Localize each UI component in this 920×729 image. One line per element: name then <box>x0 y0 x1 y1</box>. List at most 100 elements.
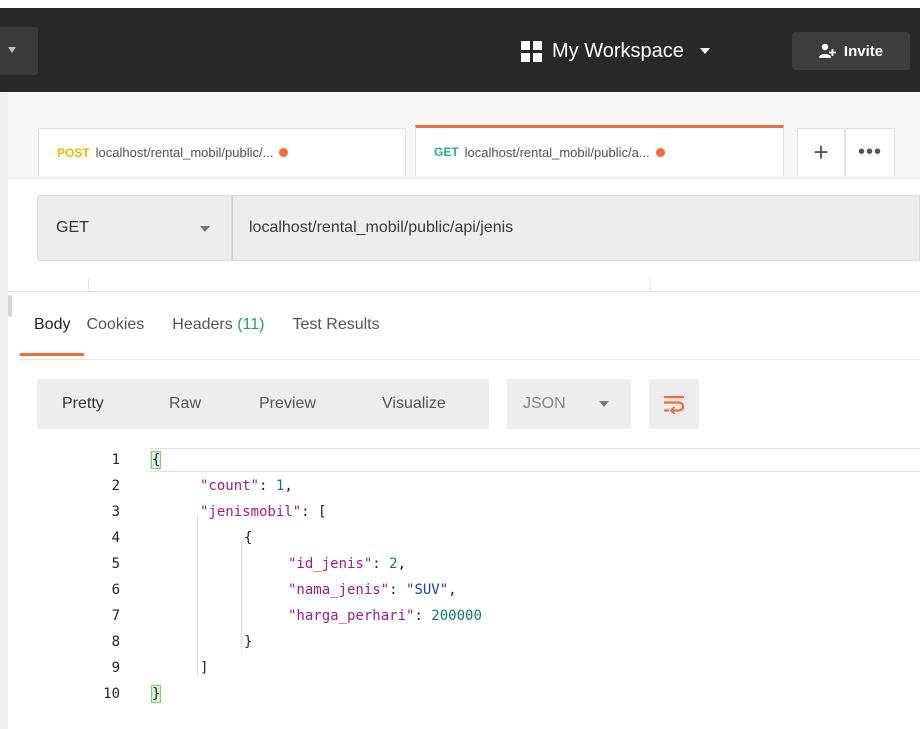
wrap-lines-icon <box>664 396 685 414</box>
url-input[interactable]: localhost/rental_mobil/public/api/jenis <box>232 195 920 261</box>
chevron-down-icon <box>8 47 16 53</box>
line-number: 8 <box>111 634 120 650</box>
code-line: 7 "harga_perhari": 200000 <box>0 603 920 629</box>
chevron-down-icon <box>599 401 609 407</box>
tab-method: GET <box>434 145 459 159</box>
json-sep: : <box>414 608 432 624</box>
plus-icon: + <box>813 137 829 167</box>
code-text: "jenismobil": [ <box>200 499 326 525</box>
matching-brace: { <box>150 451 162 469</box>
view-visualize-button[interactable]: Visualize <box>382 395 446 413</box>
sidebar-toggle-button[interactable] <box>0 27 38 75</box>
tab-test-results[interactable]: Test Results <box>278 316 393 346</box>
code-text: "count": 1, <box>200 473 293 499</box>
method-select[interactable]: GET <box>37 195 232 261</box>
unsaved-dot-icon <box>655 147 665 157</box>
json-key: "jenismobil" <box>200 504 302 520</box>
tab-tests-label: Test Results <box>292 316 380 333</box>
json-sep: : <box>372 556 390 572</box>
header-bar <box>0 8 920 92</box>
json-punct: , <box>284 478 293 494</box>
json-key: "nama_jenis" <box>288 582 390 598</box>
divider <box>8 291 920 292</box>
code-text: "id_jenis": 2, <box>288 551 406 577</box>
wrap-lines-button[interactable] <box>649 379 699 429</box>
line-number: 10 <box>103 686 120 702</box>
chevron-down-icon <box>699 48 710 54</box>
view-raw-button[interactable]: Raw <box>169 395 201 413</box>
code-line: 9 ] <box>0 655 920 681</box>
tab-url: localhost/rental_mobil/public/a... <box>464 144 650 160</box>
code-line: 10 } <box>0 681 920 707</box>
code-text: "harga_perhari": 200000 <box>288 603 482 629</box>
divider <box>20 359 920 360</box>
line-number: 2 <box>111 478 120 494</box>
view-pretty-button[interactable]: Pretty <box>62 395 104 413</box>
line-number: 4 <box>111 530 120 546</box>
unsaved-dot-icon <box>279 148 289 157</box>
tab-url: localhost/rental_mobil/public/... <box>95 145 274 160</box>
divider <box>88 278 89 292</box>
invite-label: Invite <box>843 42 884 60</box>
matching-brace: } <box>150 685 162 703</box>
divider <box>650 278 651 292</box>
code-text: { <box>150 447 162 473</box>
pane-resize-handle[interactable] <box>8 295 12 317</box>
code-line: 5 "id_jenis": 2, <box>0 551 920 577</box>
json-punct: , <box>448 582 457 598</box>
json-value: 200000 <box>431 608 482 624</box>
method-value: GET <box>56 219 89 236</box>
tab-request-get[interactable]: GET localhost/rental_mobil/public/a... <box>415 125 784 176</box>
code-text: } <box>244 634 253 650</box>
workspace-label: My Workspace <box>552 39 684 62</box>
json-sep: : <box>301 504 319 520</box>
format-select[interactable]: JSON <box>507 379 631 429</box>
line-number: 1 <box>111 452 120 468</box>
response-body-viewer[interactable]: 1 { 2 "count": 1, 3 "jenismobil": [ 4 { … <box>0 447 920 729</box>
code-text: { <box>244 530 253 546</box>
tab-body-label: Body <box>34 316 71 333</box>
response-tabs: Body Cookies Headers (11) Test Results <box>20 316 394 356</box>
add-user-icon <box>818 43 836 58</box>
tab-cookies-label: Cookies <box>86 316 145 333</box>
line-number: 6 <box>111 582 120 598</box>
invite-button[interactable]: Invite <box>792 32 910 70</box>
json-key: "harga_perhari" <box>288 608 415 624</box>
json-key: "count" <box>200 478 260 494</box>
json-value: "SUV" <box>406 582 449 598</box>
code-line: 2 "count": 1, <box>0 473 920 499</box>
json-sep: : <box>259 478 276 494</box>
code-text: ] <box>200 660 209 676</box>
code-text: } <box>150 681 162 707</box>
json-value: 2 <box>389 556 398 572</box>
more-tabs-button[interactable]: ••• <box>845 128 895 176</box>
json-key: "id_jenis" <box>288 556 373 572</box>
json-punct: [ <box>318 504 327 520</box>
active-line-highlight <box>150 448 920 472</box>
code-text: "nama_jenis": "SUV", <box>288 577 457 603</box>
chevron-down-icon <box>200 226 210 232</box>
tab-headers[interactable]: Headers (11) <box>158 316 278 346</box>
line-number: 9 <box>111 660 120 676</box>
code-line: 8 } <box>0 629 920 655</box>
json-punct: , <box>397 556 407 572</box>
view-mode-toolbar: Pretty Raw Preview Visualize <box>37 379 489 429</box>
tab-method: POST <box>57 145 90 160</box>
new-tab-button[interactable]: + <box>797 128 845 176</box>
ellipsis-icon: ••• <box>857 141 882 163</box>
view-preview-button[interactable]: Preview <box>259 395 316 413</box>
url-value: localhost/rental_mobil/public/api/jenis <box>249 219 514 236</box>
line-number: 7 <box>111 608 120 624</box>
line-number: 5 <box>111 556 120 572</box>
workspace-grid-icon <box>521 40 542 62</box>
tab-cookies[interactable]: Cookies <box>72 316 158 346</box>
code-line: 1 { <box>0 447 920 473</box>
code-line: 3 "jenismobil": [ <box>0 499 920 525</box>
format-value: JSON <box>523 395 566 412</box>
code-line: 4 { <box>0 525 920 551</box>
tab-headers-label: Headers <box>172 316 233 333</box>
json-sep: : <box>389 582 407 598</box>
tab-request-post[interactable]: POST localhost/rental_mobil/public/... <box>38 128 406 176</box>
workspace-switcher[interactable]: My Workspace <box>521 36 710 66</box>
headers-count: (11) <box>237 316 265 333</box>
